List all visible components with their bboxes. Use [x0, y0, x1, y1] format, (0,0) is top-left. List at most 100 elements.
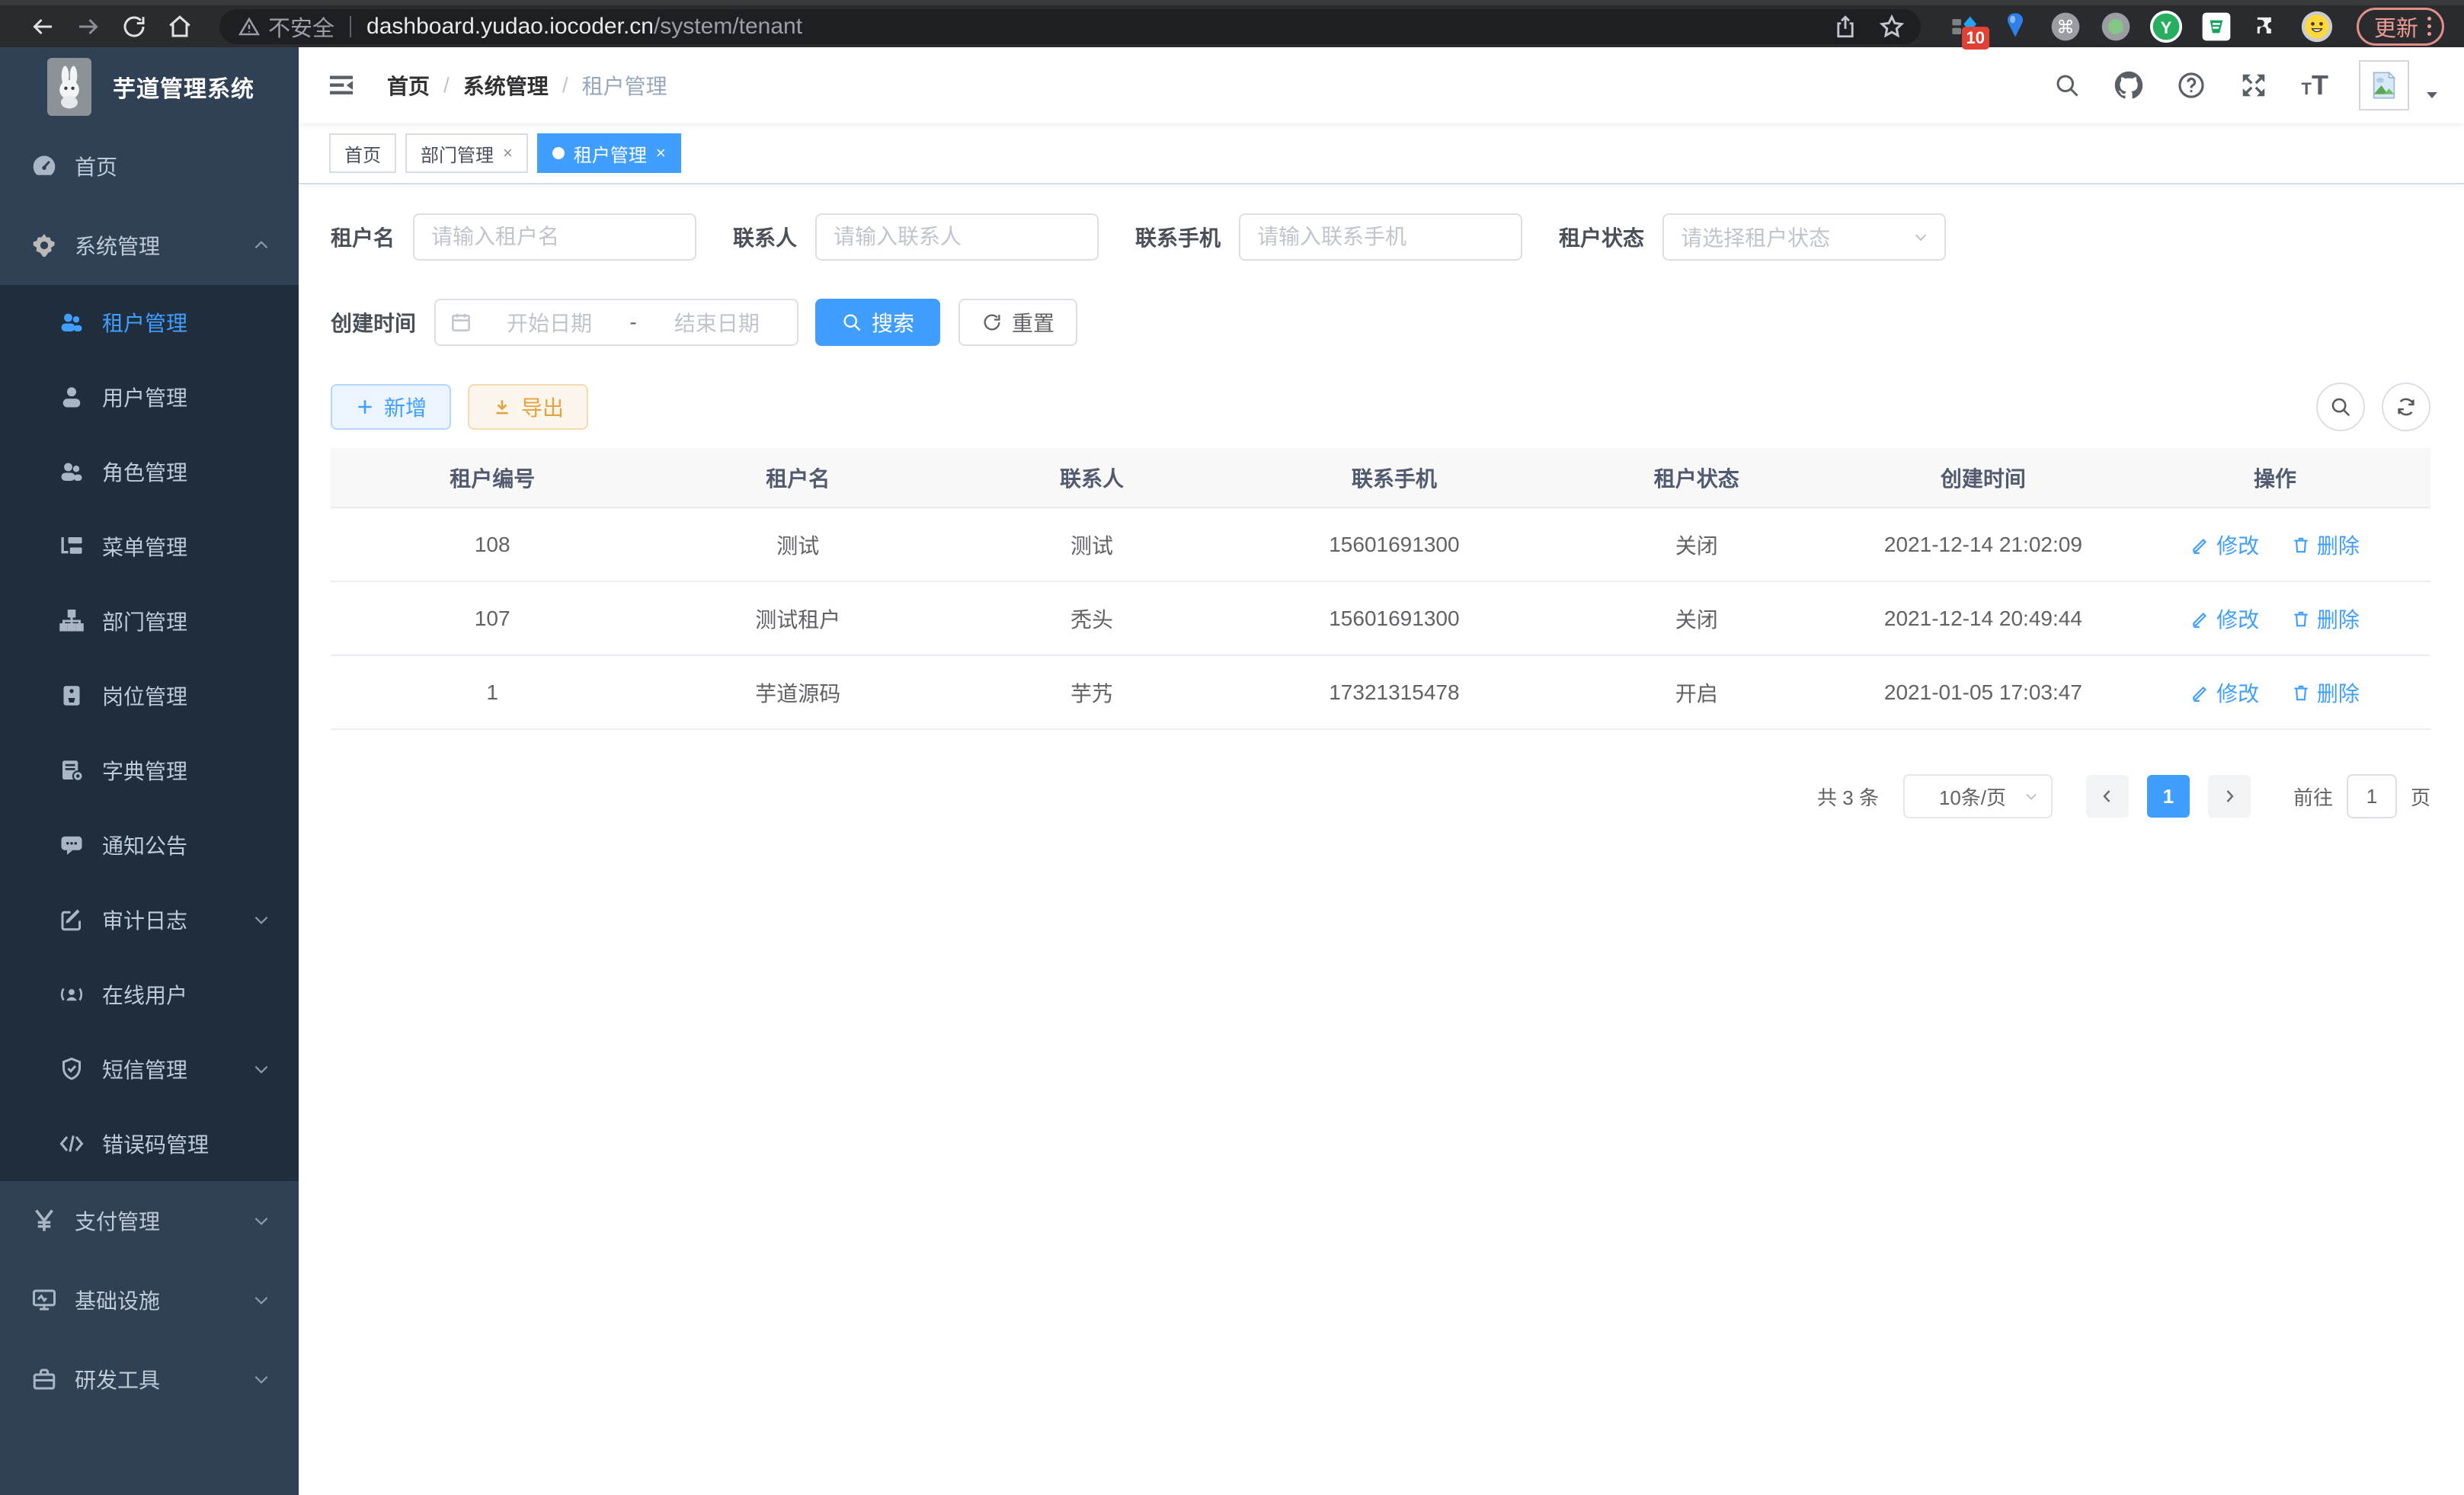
browser-home-icon[interactable] [160, 10, 200, 43]
filter-create-time: 创建时间 开始日期 - 结束日期 [331, 299, 798, 346]
sidebar-toggle-icon[interactable] [322, 70, 361, 101]
browser-menu-icon[interactable] [2427, 17, 2431, 36]
font-size-icon[interactable]: TT [2302, 69, 2328, 101]
contact-input[interactable] [815, 213, 1099, 261]
sidebar-item-sms[interactable]: 短信管理 [0, 1032, 299, 1106]
sidebar-item-dept[interactable]: 部门管理 [0, 584, 299, 658]
breadcrumb-home[interactable]: 首页 [387, 70, 430, 101]
start-date-placeholder[interactable]: 开始日期 [483, 307, 616, 338]
sidebar: 芋道管理系统 首页 系统管理 [0, 47, 299, 1495]
add-button[interactable]: 新增 [331, 384, 451, 430]
cell-status: 关闭 [1547, 507, 1847, 581]
delete-link[interactable]: 删除 [2291, 603, 2360, 634]
svg-text:⌘: ⌘ [2056, 16, 2074, 37]
page-size-select[interactable]: 10条/页 [1903, 774, 2053, 818]
url-path[interactable]: /system/tenant [654, 14, 802, 40]
sidebar-item-error-code[interactable]: 错误码管理 [0, 1106, 299, 1181]
share-icon[interactable] [1832, 14, 1858, 40]
cell-contact: 芋艿 [942, 655, 1242, 729]
sidebar-item-notice[interactable]: 通知公告 [0, 808, 299, 882]
avatar-caret-icon[interactable] [2423, 86, 2441, 104]
sidebar-item-tenant[interactable]: 租户管理 [0, 285, 299, 360]
dashboard-icon [30, 152, 58, 180]
filter-mobile: 联系手机 [1135, 213, 1522, 261]
sidebar-item-audit-log[interactable]: 审计日志 [0, 882, 299, 957]
audit-icon [58, 906, 85, 933]
sidebar-item-home[interactable]: 首页 [0, 126, 299, 206]
sidebar-item-label: 通知公告 [102, 830, 299, 860]
tag-close-icon[interactable]: × [656, 145, 666, 162]
sidebar-item-online-user[interactable]: 在线用户 [0, 957, 299, 1032]
sidebar-item-menu[interactable]: 菜单管理 [0, 509, 299, 584]
reset-button[interactable]: 重置 [958, 299, 1077, 346]
extension-record-icon[interactable] [2099, 10, 2133, 43]
gear-icon [30, 232, 58, 259]
delete-link[interactable]: 删除 [2291, 530, 2360, 560]
sidebar-item-dict[interactable]: 字典管理 [0, 733, 299, 808]
sidebar-item-label: 短信管理 [102, 1054, 251, 1084]
browser-reload-icon[interactable] [114, 10, 154, 43]
sidebar-item-post[interactable]: 岗位管理 [0, 658, 299, 733]
extension-y-icon[interactable]: Y [2149, 10, 2183, 43]
cell-tenant-name: 芋道源码 [654, 655, 942, 729]
window-titlebar [0, 0, 2464, 5]
tag-dept[interactable]: 部门管理 × [405, 133, 528, 173]
github-icon[interactable] [2114, 71, 2143, 100]
sidebar-item-label: 岗位管理 [102, 680, 299, 711]
tag-home[interactable]: 首页 [329, 133, 396, 173]
app-logo-bar[interactable]: 芋道管理系统 [0, 47, 299, 126]
extension-command-icon[interactable]: ⌘ [2049, 10, 2082, 43]
header-search-icon[interactable] [2053, 72, 2081, 99]
avatar[interactable] [2359, 60, 2409, 110]
refresh-table-button[interactable] [2382, 383, 2430, 431]
sidebar-item-infra[interactable]: 基础设施 [0, 1260, 299, 1340]
help-icon[interactable] [2177, 71, 2206, 100]
status-select[interactable]: 请选择租户状态 [1662, 213, 1946, 261]
export-button[interactable]: 导出 [468, 384, 588, 430]
range-separator: - [626, 310, 639, 335]
extension-emoji-icon[interactable] [2300, 10, 2334, 43]
cell-actions: 修改 删除 [2120, 655, 2430, 729]
tenant-name-input[interactable] [413, 213, 696, 261]
delete-link[interactable]: 删除 [2291, 677, 2360, 708]
prev-page-button[interactable] [2086, 775, 2129, 818]
end-date-placeholder[interactable]: 结束日期 [651, 307, 783, 338]
breadcrumb-system[interactable]: 系统管理 [463, 70, 549, 101]
extension-pin-icon[interactable] [1998, 10, 2032, 43]
goto-label: 前往 [2293, 783, 2333, 811]
bookmark-star-icon[interactable] [1878, 13, 1906, 40]
page-size-value: 10条/页 [1923, 783, 2022, 811]
url-host[interactable]: dashboard.yudao.iocoder.cn [366, 14, 654, 40]
sidebar-item-devtool[interactable]: 研发工具 [0, 1340, 299, 1419]
table-row: 1 芋道源码 芋艿 17321315478 开启 2021-01-05 17:0… [331, 655, 2430, 729]
page-number-current[interactable]: 1 [2147, 775, 2190, 818]
security-label[interactable]: 不安全 [268, 11, 334, 43]
pagination-goto: 前往 页 [2293, 774, 2430, 818]
sidebar-item-label: 租户管理 [102, 307, 299, 338]
edit-link[interactable]: 修改 [2190, 530, 2259, 560]
date-range-picker[interactable]: 开始日期 - 结束日期 [434, 299, 798, 346]
browser-update-button[interactable]: 更新 [2357, 8, 2444, 46]
search-button[interactable]: 搜索 [815, 299, 940, 346]
edit-link[interactable]: 修改 [2190, 677, 2259, 708]
sidebar-item-pay[interactable]: 支付管理 [0, 1181, 299, 1260]
mobile-input[interactable] [1239, 213, 1522, 261]
browser-forward-icon[interactable] [69, 10, 108, 43]
next-page-button[interactable] [2208, 775, 2251, 818]
sidebar-item-user[interactable]: 用户管理 [0, 360, 299, 434]
browser-back-icon[interactable] [23, 10, 62, 43]
extension-diamond-icon[interactable]: 10 [1948, 10, 1982, 43]
goto-page-input[interactable] [2347, 774, 2397, 818]
fullscreen-icon[interactable] [2239, 71, 2268, 100]
edit-link[interactable]: 修改 [2190, 603, 2259, 634]
show-search-toggle-button[interactable] [2316, 383, 2365, 431]
sidebar-item-role[interactable]: 角色管理 [0, 434, 299, 509]
address-bar[interactable]: 不安全 dashboard.yudao.iocoder.cn /system/t… [219, 9, 1921, 44]
extension-chat-icon[interactable] [2200, 10, 2233, 43]
tag-tenant[interactable]: 租户管理 × [537, 133, 681, 173]
sidebar-item-system[interactable]: 系统管理 [0, 206, 299, 285]
security-warning-icon[interactable] [238, 15, 261, 38]
extension-puzzle-icon[interactable] [2250, 10, 2283, 43]
tag-close-icon[interactable]: × [503, 145, 513, 162]
add-button-label: 新增 [384, 392, 427, 422]
